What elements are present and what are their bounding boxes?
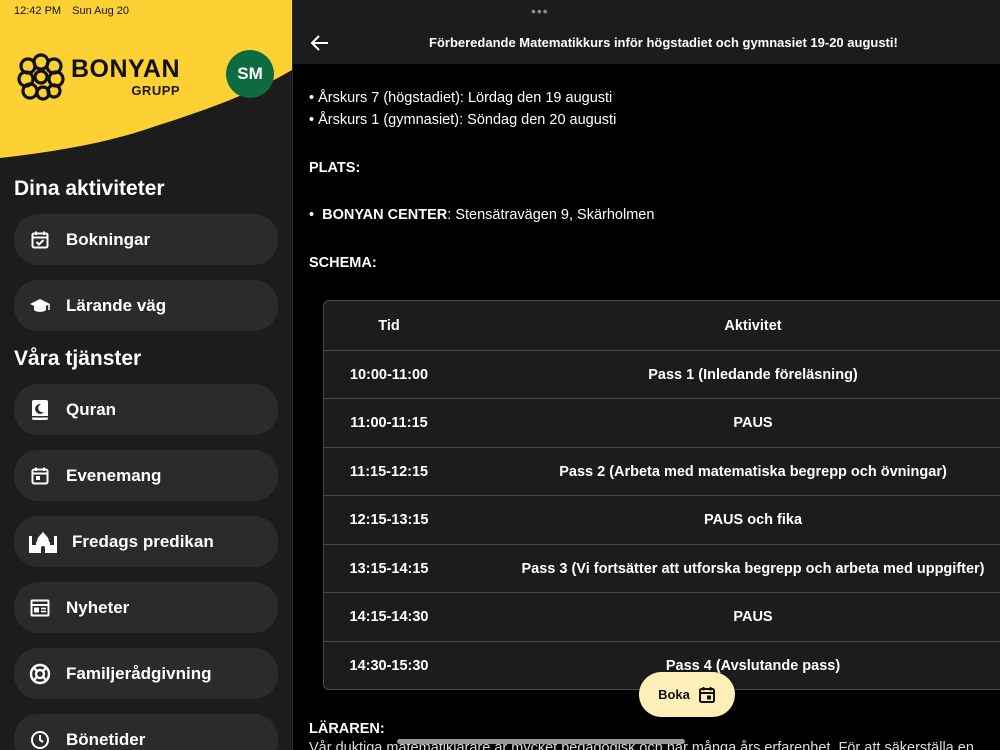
table-row: 13:15-14:15 Pass 3 (Vi fortsätter att ut… bbox=[324, 544, 1000, 592]
table-row: 12:15-13:15 PAUS och fika bbox=[324, 495, 1000, 543]
book-button-label: Boka bbox=[658, 687, 690, 702]
section-title-activities: Dina aktiviteter bbox=[14, 177, 165, 200]
sidebar-item-quran[interactable]: Quran bbox=[14, 384, 278, 435]
home-indicator[interactable] bbox=[397, 739, 685, 744]
sidebar-item-label: Bönetider bbox=[66, 729, 146, 749]
table-row: 11:00-11:15 PAUS bbox=[324, 398, 1000, 446]
multitask-dots-icon[interactable]: ••• bbox=[531, 3, 549, 19]
row-activity: PAUS och fika bbox=[703, 511, 803, 528]
row-activity: PAUS bbox=[733, 608, 773, 625]
sidebar-item-label: Fredags predikan bbox=[72, 531, 214, 551]
sidebar-item-label: Evenemang bbox=[66, 465, 162, 485]
row-activity: Pass 4 (Avslutande pass) bbox=[665, 657, 841, 674]
status-bar: 12:42 PM Sun Aug 20 bbox=[14, 5, 137, 17]
row-time: 11:15-12:15 bbox=[349, 463, 429, 480]
place-address: : Stensätravägen 9, Skärholmen bbox=[447, 207, 655, 223]
clock-icon bbox=[28, 728, 52, 750]
sidebar: 12:42 PM Sun Aug 20 BONYAN GRUPP SM Dina… bbox=[0, 0, 292, 750]
sidebar-item-nyheter[interactable]: Nyheter bbox=[14, 582, 278, 633]
sidebar-item-fredags-predikan[interactable]: Fredags predikan bbox=[14, 516, 278, 567]
graduation-cap-icon bbox=[28, 294, 52, 318]
column-header-activity: Aktivitet bbox=[724, 317, 782, 334]
schedule-table: Tid Aktivitet 10:00-11:00 Pass 1 (Inleda… bbox=[323, 300, 1000, 690]
column-header-time: Tid bbox=[378, 317, 400, 334]
place-name: BONYAN CENTER bbox=[322, 207, 448, 223]
status-time: 12:42 PM bbox=[14, 5, 62, 17]
bonyan-logo: BONYAN GRUPP bbox=[16, 52, 180, 102]
sidebar-item-familjeradgivning[interactable]: Familjerådgivning bbox=[14, 648, 278, 699]
brand-sub: GRUPP bbox=[131, 83, 181, 98]
row-activity: Pass 2 (Arbeta med matematiska begrepp o… bbox=[559, 463, 947, 480]
back-arrow-icon[interactable] bbox=[309, 32, 331, 54]
header: ••• Förberedande Matematikkurs inför hög… bbox=[293, 0, 1000, 64]
mosque-icon bbox=[28, 530, 58, 554]
sidebar-item-bonetider[interactable]: Bönetider bbox=[14, 714, 278, 750]
row-activity: Pass 3 (Vi fortsätter att utforska begre… bbox=[521, 560, 985, 577]
date-item-1: Årskurs 7 (högstadiet): Lördag den 19 au… bbox=[309, 90, 612, 106]
brand-name: BONYAN bbox=[71, 55, 181, 83]
sidebar-item-larande-vag[interactable]: Lärande väg bbox=[14, 280, 278, 331]
section-title-services: Våra tjänster bbox=[14, 347, 142, 370]
schedule-heading: SCHEMA: bbox=[309, 255, 377, 271]
newspaper-icon bbox=[28, 596, 52, 620]
sidebar-item-label: Quran bbox=[66, 399, 117, 419]
bonyan-logo-icon bbox=[17, 53, 65, 101]
table-row: 10:00-11:00 Pass 1 (Inledande föreläsnin… bbox=[324, 350, 1000, 398]
page-title: Förberedande Matematikkurs inför högstad… bbox=[429, 35, 898, 50]
sidebar-item-evenemang[interactable]: Evenemang bbox=[14, 450, 278, 501]
row-time: 12:15-13:15 bbox=[349, 511, 429, 528]
table-header-row: Tid Aktivitet bbox=[324, 301, 1000, 350]
teacher-heading: LÄRAREN: bbox=[309, 721, 385, 737]
sidebar-item-label: Familjerådgivning bbox=[66, 663, 212, 683]
row-activity: PAUS bbox=[733, 414, 773, 431]
row-activity: Pass 1 (Inledande föreläsning) bbox=[648, 366, 858, 383]
status-date: Sun Aug 20 bbox=[72, 5, 130, 17]
place-heading: PLATS: bbox=[309, 160, 361, 176]
row-time: 14:15-14:30 bbox=[349, 608, 429, 625]
calendar-check-icon bbox=[28, 228, 52, 252]
row-time: 14:30-15:30 bbox=[349, 657, 429, 674]
quran-book-icon bbox=[28, 398, 52, 422]
calendar-event-icon bbox=[28, 464, 52, 488]
row-time: 13:15-14:15 bbox=[349, 560, 429, 577]
lifebuoy-icon bbox=[28, 662, 52, 686]
place-item: BONYAN CENTER: Stensätravägen 9, Skärhol… bbox=[309, 207, 654, 223]
calendar-icon bbox=[698, 686, 715, 703]
date-item-2: Årskurs 1 (gymnasiet): Söndag den 20 aug… bbox=[309, 112, 616, 128]
sidebar-item-label: Nyheter bbox=[66, 597, 130, 617]
sidebar-item-label: Bokningar bbox=[66, 229, 151, 249]
row-time: 10:00-11:00 bbox=[349, 366, 429, 383]
table-row: 14:15-14:30 PAUS bbox=[324, 592, 1000, 640]
sidebar-item-label: Lärande väg bbox=[66, 295, 167, 315]
table-row: 11:15-12:15 Pass 2 (Arbeta med matematis… bbox=[324, 447, 1000, 495]
book-button[interactable]: Boka bbox=[639, 672, 735, 717]
avatar[interactable]: SM bbox=[226, 50, 274, 98]
avatar-initials: SM bbox=[237, 64, 263, 83]
sidebar-item-bokningar[interactable]: Bokningar bbox=[14, 214, 278, 265]
row-time: 11:00-11:15 bbox=[350, 414, 428, 431]
main-content: ••• Förberedande Matematikkurs inför hög… bbox=[292, 0, 1000, 750]
